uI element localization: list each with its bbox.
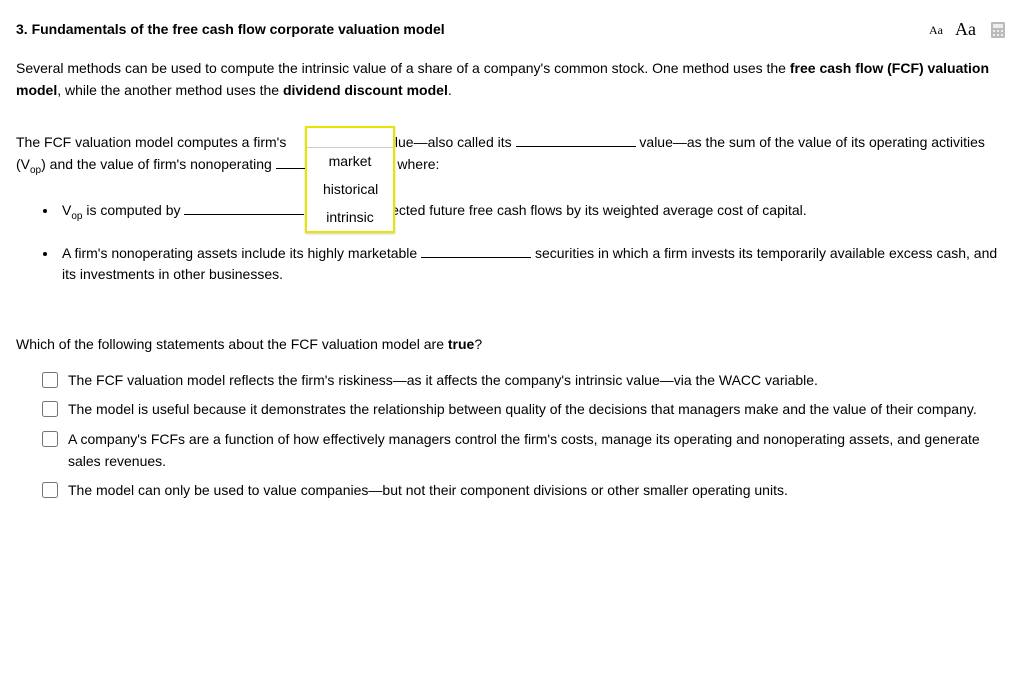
bullet-list: Vop is computed by the firm's expected f… bbox=[16, 200, 1008, 286]
blank-5[interactable] bbox=[421, 244, 531, 258]
question-header: 3. Fundamentals of the free cash flow co… bbox=[16, 16, 1008, 44]
question-2-prompt: Which of the following statements about … bbox=[16, 334, 1008, 356]
intro-text-1: Several methods can be used to compute t… bbox=[16, 60, 790, 76]
dropdown-option-market[interactable]: market bbox=[307, 148, 393, 176]
check-option-1[interactable]: The FCF valuation model reflects the fir… bbox=[42, 370, 1008, 392]
q2-pre: Which of the following statements about … bbox=[16, 336, 448, 352]
b1-b: is computed by bbox=[82, 202, 184, 218]
intro-paragraph: Several methods can be used to compute t… bbox=[16, 58, 1008, 101]
fill-in-paragraph: The FCF valuation model computes a firm'… bbox=[16, 131, 1008, 286]
font-size-small[interactable]: Aa bbox=[929, 21, 943, 40]
para-seg2: value—also called its bbox=[376, 134, 515, 150]
checkbox-list: The FCF valuation model reflects the fir… bbox=[16, 370, 1008, 502]
check-option-4[interactable]: The model can only be used to value comp… bbox=[42, 480, 1008, 502]
vop-sub: op bbox=[30, 165, 41, 176]
checkbox-4[interactable] bbox=[42, 482, 58, 498]
b1-a: V bbox=[62, 202, 71, 218]
calculator-icon[interactable] bbox=[988, 20, 1008, 40]
bullet-item-2: A firm's nonoperating assets include its… bbox=[58, 243, 1008, 286]
checkbox-2[interactable] bbox=[42, 401, 58, 417]
option-text-2: The model is useful because it demonstra… bbox=[68, 399, 1008, 421]
option-text-1: The FCF valuation model reflects the fir… bbox=[68, 370, 1008, 392]
option-text-3: A company's FCFs are a function of how e… bbox=[68, 429, 1008, 472]
dropdown-option-historical[interactable]: historical bbox=[307, 176, 393, 204]
b1-sub: op bbox=[71, 211, 82, 222]
q2-post: ? bbox=[474, 336, 482, 352]
dropdown-open[interactable]: market historical intrinsic bbox=[305, 126, 395, 233]
q2-bold: true bbox=[448, 336, 474, 352]
blank-4[interactable] bbox=[184, 201, 304, 215]
checkbox-1[interactable] bbox=[42, 372, 58, 388]
dropdown-option-intrinsic[interactable]: intrinsic bbox=[307, 204, 393, 232]
intro-text-3: . bbox=[448, 82, 452, 98]
font-size-large[interactable]: Aa bbox=[955, 16, 976, 44]
checkbox-3[interactable] bbox=[42, 431, 58, 447]
dropdown-selected-blank[interactable] bbox=[307, 128, 393, 148]
intro-text-2: , while the another method uses the bbox=[57, 82, 283, 98]
question-title: 3. Fundamentals of the free cash flow co… bbox=[16, 19, 445, 41]
check-option-3[interactable]: A company's FCFs are a function of how e… bbox=[42, 429, 1008, 472]
b2-a: A firm's nonoperating assets include its… bbox=[62, 245, 421, 261]
check-option-2[interactable]: The model is useful because it demonstra… bbox=[42, 399, 1008, 421]
para-seg1: The FCF valuation model computes a firm'… bbox=[16, 134, 290, 150]
toolbar: Aa Aa bbox=[929, 16, 1008, 44]
option-text-4: The model can only be used to value comp… bbox=[68, 480, 1008, 502]
blank-2[interactable] bbox=[516, 133, 636, 147]
intro-bold-2: dividend discount model bbox=[283, 82, 448, 98]
bullet-item-1: Vop is computed by the firm's expected f… bbox=[58, 200, 1008, 224]
para-seg3b: ) and the value of firm's nonoperating bbox=[41, 156, 276, 172]
